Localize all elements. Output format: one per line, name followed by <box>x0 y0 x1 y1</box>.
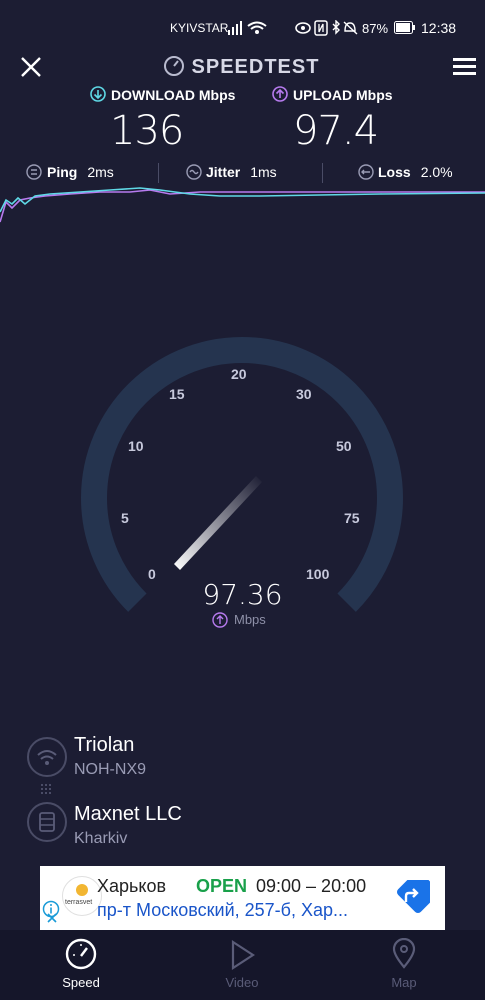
upload-small-icon <box>212 612 228 628</box>
upload-label: UPLOAD Mbps <box>293 87 393 103</box>
gauge-tick-75: 75 <box>344 510 360 526</box>
ping-metric: Ping 2ms <box>47 164 114 180</box>
download-icon <box>90 86 106 102</box>
gauge-unit: Mbps <box>234 612 266 627</box>
tab-video[interactable]: Video <box>202 975 282 990</box>
gauge-tick-5: 5 <box>121 510 129 526</box>
server-icon <box>39 812 55 832</box>
download-value: 136 <box>110 108 184 154</box>
gauge-tick-10: 10 <box>128 438 144 454</box>
gauge-tick-30: 30 <box>296 386 312 402</box>
tab-speed[interactable]: Speed <box>41 975 121 990</box>
ping-icon <box>26 164 42 180</box>
gauge-tick-50: 50 <box>336 438 352 454</box>
carrier-label: KYIVSTAR <box>170 21 229 35</box>
signal-wifi-icon <box>228 21 267 35</box>
ad-name: Харьков <box>97 876 167 896</box>
speed-gauge <box>81 337 403 612</box>
speed-history-graph <box>0 187 485 223</box>
video-tab-icon[interactable] <box>230 940 256 970</box>
menu-icon[interactable] <box>453 57 477 77</box>
status-icons <box>295 20 358 36</box>
divider <box>322 163 323 183</box>
tab-map[interactable]: Map <box>364 975 444 990</box>
sun-logo-icon <box>76 884 88 896</box>
ad-banner[interactable]: terrasvet Харьков OPEN 09:00 – 20:00 пр-… <box>40 866 445 930</box>
ad-address: пр-т Московский, 257-б, Хар... <box>97 900 349 920</box>
connection-dots-icon <box>41 784 51 794</box>
server-badge[interactable] <box>27 802 67 842</box>
server-name[interactable]: Maxnet LLC <box>74 803 182 826</box>
app-title: SPEEDTEST <box>191 56 320 78</box>
provider-wifi-badge <box>27 737 67 777</box>
upload-value: 97.4 <box>293 108 379 154</box>
gauge-speed-value: 97.36 <box>202 578 283 611</box>
speed-tab-icon[interactable] <box>64 938 98 970</box>
status-bar: KYIVSTAR 87% 12:38 <box>0 0 485 52</box>
directions-icon[interactable] <box>396 880 430 914</box>
wifi-icon <box>37 750 57 765</box>
provider-name: Triolan <box>74 734 135 756</box>
ad-close-icon[interactable] <box>46 912 58 924</box>
ad-open-status: OPEN <box>196 876 248 896</box>
battery-icon <box>394 21 415 34</box>
gauge-tick-20: 20 <box>231 366 247 382</box>
gauge-tick-15: 15 <box>169 386 185 402</box>
packet-loss-icon <box>358 164 374 180</box>
divider <box>158 163 159 183</box>
battery-percent: 87% <box>362 21 389 36</box>
download-label: DOWNLOAD Mbps <box>111 87 236 103</box>
server-city: Kharkiv <box>74 830 128 847</box>
loss-metric: Loss 2.0% <box>378 164 453 180</box>
map-pin-icon[interactable] <box>392 938 416 970</box>
jitter-metric: Jitter 1ms <box>206 164 277 180</box>
ad-logo: terrasvet <box>62 876 102 916</box>
upload-icon <box>272 86 288 102</box>
clock: 12:38 <box>421 20 457 36</box>
jitter-icon <box>186 164 202 180</box>
provider-device: NOH-NX9 <box>74 761 147 778</box>
ad-hours: 09:00 – 20:00 <box>256 876 367 896</box>
